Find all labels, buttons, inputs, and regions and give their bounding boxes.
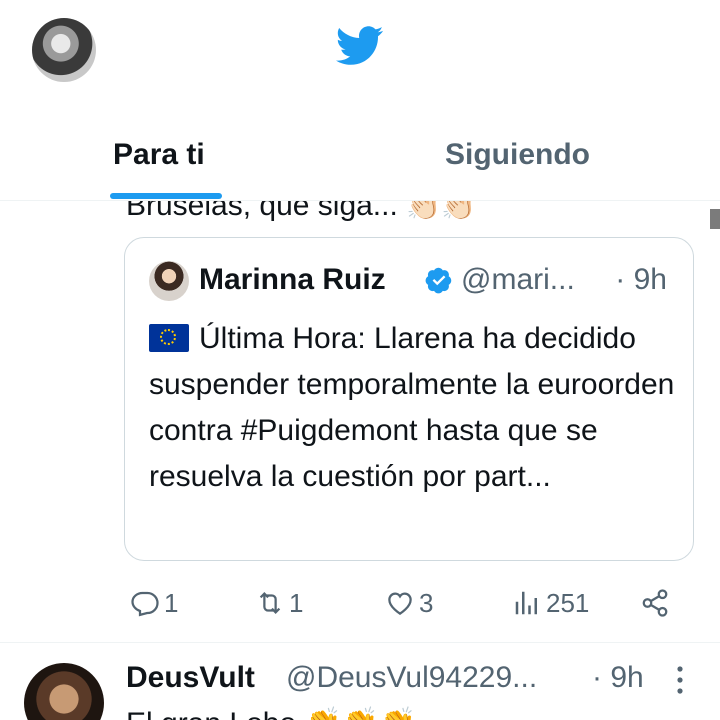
- quoted-tweet-text: Última Hora: Llarena ha decidido suspend…: [149, 316, 679, 500]
- tweet-actions: 1 1 3 251: [0, 581, 720, 625]
- quoted-tweet[interactable]: Marinna Ruiz @mari... · 9h Última Hora: …: [124, 237, 694, 561]
- quoted-tweet-time[interactable]: · 9h: [615, 263, 667, 297]
- share-button[interactable]: [640, 581, 670, 625]
- tweet-author-avatar[interactable]: [24, 663, 104, 720]
- share-icon: [642, 589, 668, 617]
- verified-badge-icon: [425, 267, 452, 294]
- retweet-icon: [259, 592, 281, 614]
- quoted-text-content: Última Hora: Llarena ha decidido suspend…: [149, 322, 675, 493]
- tweet-author-handle[interactable]: @DeusVul94229...: [286, 661, 537, 695]
- reply-icon: [131, 591, 159, 617]
- heart-icon: [388, 592, 412, 615]
- reply-count: 1: [164, 587, 179, 618]
- twitter-bird-icon[interactable]: [336, 26, 384, 66]
- tab-siguiendo[interactable]: Siguiendo: [445, 138, 590, 172]
- scrollbar[interactable]: [710, 209, 720, 229]
- timeline-feed[interactable]: Bruselas, que siga... 👏🏻👏🏻 Marinna Ruiz …: [0, 201, 720, 720]
- reply-button[interactable]: 1: [130, 581, 178, 625]
- tweet-time[interactable]: · 9h: [592, 661, 644, 695]
- views-button[interactable]: 251: [512, 581, 589, 625]
- tweet-text: El gran Lobo 👏👏👏: [126, 706, 417, 720]
- tweet-divider: [0, 642, 720, 643]
- quoted-author-avatar[interactable]: [149, 261, 189, 301]
- views-chart-icon: [515, 591, 537, 615]
- tab-para-ti[interactable]: Para ti: [113, 138, 205, 172]
- retweet-count: 1: [289, 587, 304, 618]
- top-bar: [0, 0, 720, 100]
- clap-emoji: 👏🏻👏🏻: [406, 201, 476, 221]
- more-options-icon[interactable]: [670, 663, 690, 697]
- eu-flag-icon: [149, 324, 189, 352]
- tweet-text: Bruselas, que siga...: [126, 201, 398, 222]
- user-avatar[interactable]: [32, 18, 96, 82]
- active-tab-indicator: [110, 193, 222, 199]
- timeline-tabs: Para ti Siguiendo: [0, 120, 720, 201]
- tweet-text-partial: Bruselas, que siga... 👏🏻👏🏻: [126, 201, 476, 223]
- like-button[interactable]: 3: [385, 581, 433, 625]
- tweet-author-name[interactable]: DeusVult: [126, 661, 255, 695]
- views-count: 251: [546, 587, 590, 618]
- quoted-author-handle[interactable]: @mari...: [461, 263, 575, 297]
- like-count: 3: [419, 587, 434, 618]
- retweet-button[interactable]: 1: [255, 581, 303, 625]
- quoted-author-name[interactable]: Marinna Ruiz: [199, 263, 386, 297]
